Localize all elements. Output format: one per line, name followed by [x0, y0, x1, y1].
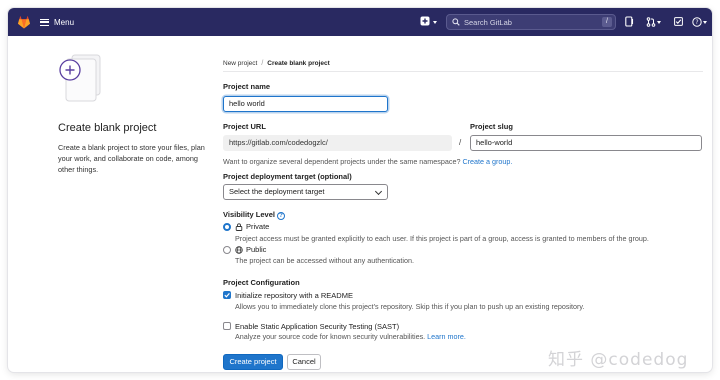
question-icon[interactable]: ?: [276, 212, 285, 220]
watermark: 知乎 @codedog: [548, 350, 689, 370]
help-icon: ?: [692, 17, 702, 27]
svg-text:?: ?: [695, 19, 698, 26]
visibility-public-description: The project can be accessed without any …: [235, 256, 414, 265]
sast-description-text: Analyze your source code for known secur…: [235, 332, 426, 341]
visibility-public-option[interactable]: Public: [235, 245, 266, 254]
checkmark-icon: [224, 293, 230, 298]
project-slug-label: Project slug: [470, 122, 513, 131]
new-item-icon[interactable]: [420, 16, 430, 26]
project-slug-input[interactable]: hello-world: [470, 135, 702, 151]
visibility-level-label: Visibility Level?: [223, 210, 285, 220]
menu-label: Menu: [54, 17, 75, 27]
menu-button[interactable]: Menu: [40, 14, 74, 30]
learn-more-link[interactable]: Learn more.: [427, 332, 466, 341]
visibility-public-radio[interactable]: [223, 246, 231, 254]
visibility-public-label: Public: [246, 245, 267, 254]
new-item-chevron-icon[interactable]: [433, 21, 437, 24]
search-input[interactable]: Search GitLab /: [446, 14, 616, 30]
sast-description: Analyze your source code for known secur…: [235, 332, 466, 341]
namespace-help: Want to organize several dependent proje…: [223, 157, 512, 166]
hamburger-icon: [40, 18, 49, 26]
readme-description: Allows you to immediately clone this pro…: [235, 302, 585, 311]
breadcrumb-separator: /: [261, 60, 264, 67]
globe-icon: [235, 245, 243, 254]
sast-label[interactable]: Enable Static Application Security Testi…: [235, 322, 399, 331]
help-dropdown[interactable]: ?: [692, 16, 707, 28]
breadcrumb-current: Create blank project: [267, 60, 330, 67]
panel-description: Create a blank project to store your fil…: [58, 143, 205, 174]
lock-icon: [235, 222, 243, 231]
search-icon: [452, 18, 460, 26]
todo-icon[interactable]: [674, 16, 683, 28]
breadcrumb: New project / Create blank project: [223, 60, 330, 67]
sast-checkbox[interactable]: [223, 322, 231, 330]
chevron-down-icon: [657, 20, 661, 24]
project-url-label: Project URL: [223, 122, 266, 131]
breadcrumb-new-project[interactable]: New project: [223, 60, 257, 67]
readme-checkbox[interactable]: [223, 291, 231, 299]
cancel-button[interactable]: Cancel: [287, 354, 321, 370]
panel-title: Create blank project: [58, 122, 157, 134]
issues-icon[interactable]: [625, 16, 634, 28]
project-url-namespace[interactable]: https://gitlab.com/codedogzlc/: [223, 135, 452, 151]
url-separator: /: [459, 138, 462, 147]
visibility-private-radio[interactable]: [223, 223, 231, 231]
create-project-button[interactable]: Create project: [223, 354, 283, 370]
project-name-input[interactable]: hello world: [223, 96, 388, 112]
chevron-down-icon: [703, 20, 707, 24]
project-name-label: Project name: [223, 82, 271, 91]
visibility-private-label: Private: [246, 222, 270, 231]
deployment-target-select[interactable]: Select the deployment target: [223, 184, 388, 200]
deployment-target-label: Project deployment target (optional): [223, 172, 352, 181]
namespace-help-text: Want to organize several dependent proje…: [223, 157, 461, 166]
merge-request-icon: [646, 17, 656, 27]
app-window: Menu Search GitLab / ? Create blank proj…: [8, 8, 712, 372]
search-shortcut-badge: /: [602, 17, 612, 27]
blank-project-illustration-icon: [59, 54, 101, 102]
visibility-level-text: Visibility Level: [223, 210, 275, 219]
readme-label[interactable]: Initialize repository with a README: [235, 291, 353, 300]
chevron-down-icon: [374, 187, 383, 196]
search-placeholder: Search GitLab: [464, 17, 512, 27]
divider: [223, 71, 703, 72]
top-navbar: Menu Search GitLab / ?: [8, 8, 712, 36]
deployment-target-value: Select the deployment target: [229, 187, 325, 196]
project-configuration-label: Project Configuration: [223, 278, 300, 287]
merge-requests-dropdown[interactable]: [646, 16, 661, 28]
visibility-private-description: Project access must be granted explicitl…: [235, 234, 649, 243]
gitlab-logo-icon[interactable]: [16, 14, 32, 30]
visibility-private-option[interactable]: Private: [235, 222, 269, 231]
create-group-link[interactable]: Create a group.: [462, 157, 512, 166]
project-type-panel: Create blank project Create a blank proj…: [8, 36, 218, 372]
new-project-form: New project / Create blank project Proje…: [223, 36, 712, 372]
